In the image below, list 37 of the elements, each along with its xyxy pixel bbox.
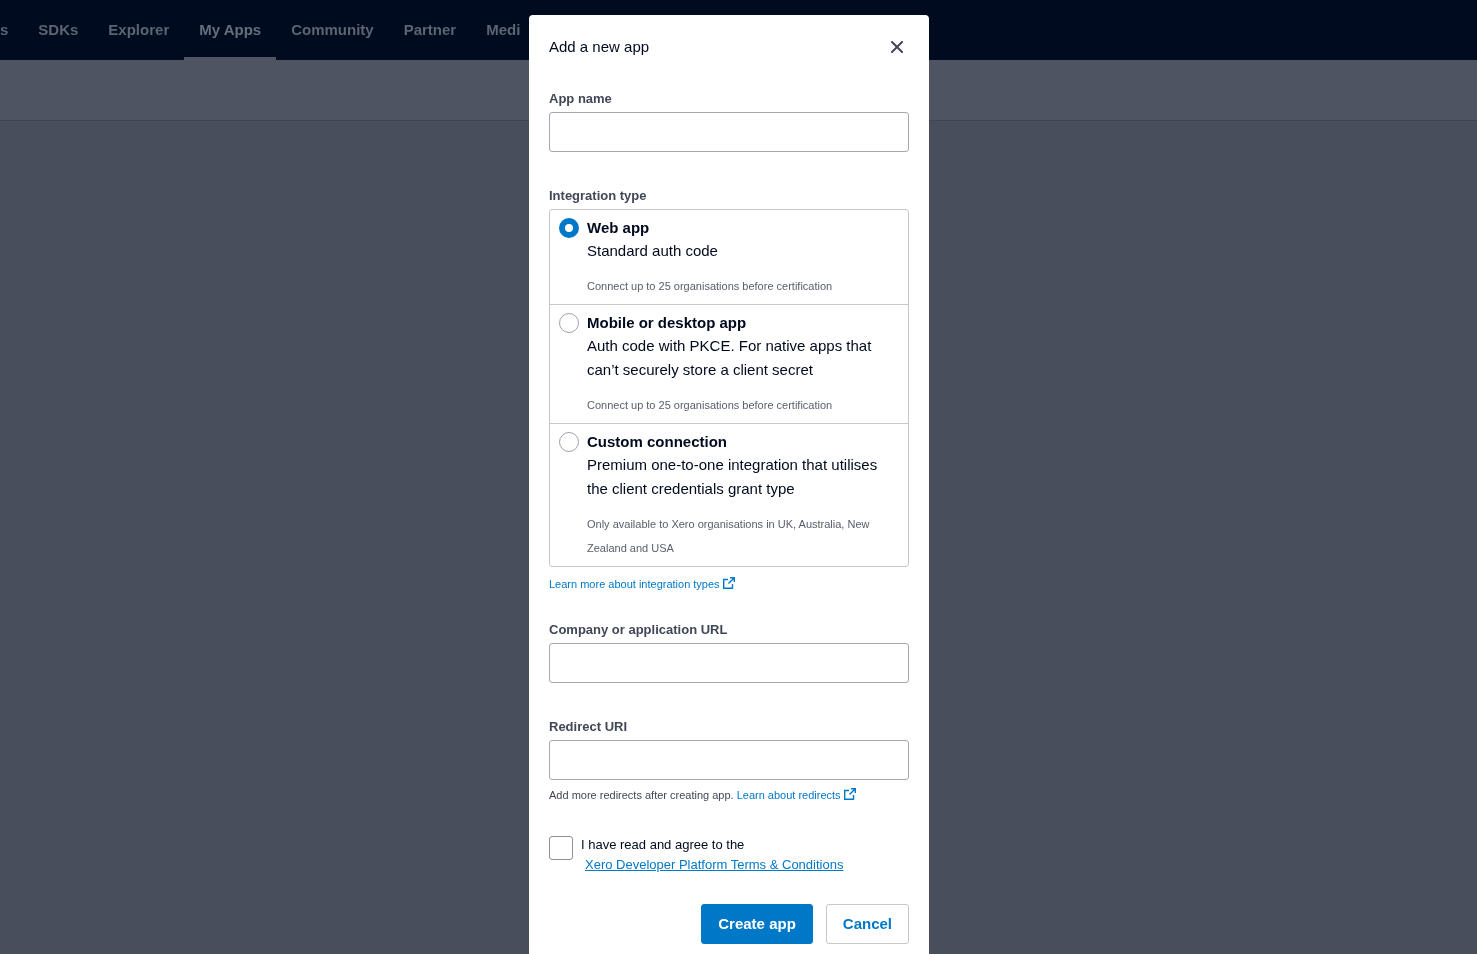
- option-title: Custom connection: [587, 432, 728, 452]
- option-note: Connect up to 25 organisations before certification: [587, 279, 834, 294]
- nav-link[interactable]: s: [0, 0, 24, 60]
- radio-button[interactable]: [559, 218, 579, 238]
- nav-link[interactable]: Community: [276, 0, 389, 60]
- radio-button[interactable]: [559, 313, 579, 333]
- cancel-button[interactable]: Cancel: [825, 904, 909, 944]
- option-title: Web app: [587, 218, 651, 238]
- nav-link[interactable]: Partner: [388, 0, 472, 60]
- field-label: Company or application URL: [549, 621, 729, 639]
- terms-text: I have read and agree to the Xero Developer Platform Terms & Conditions: [581, 835, 909, 875]
- text-input[interactable]: [549, 740, 909, 780]
- field-label: Redirect URI: [549, 718, 629, 736]
- radio-button[interactable]: [559, 432, 579, 452]
- close-icon: [891, 41, 903, 53]
- external-link-icon: [843, 788, 856, 800]
- field-label: App name: [549, 90, 613, 108]
- redirects-link[interactable]: Learn about redirects: [736, 789, 856, 801]
- nav-link[interactable]: SDKs: [23, 0, 94, 60]
- option-title: Mobile or desktop app: [587, 313, 748, 333]
- option-description: Standard auth code: [587, 241, 719, 261]
- terms-link[interactable]: Xero Developer Platform Terms & Conditions: [585, 855, 844, 875]
- option-note: Connect up to 25 organisations before certification: [587, 398, 834, 413]
- text-input[interactable]: [549, 112, 909, 152]
- text-input[interactable]: [549, 643, 909, 683]
- option-note: Only available to Xero organisations in UK, Australia, New Zealand and USA: [587, 517, 871, 556]
- field-label: Integration type: [549, 187, 648, 205]
- option-description: Auth code with PKCE. For native apps that can’t securely store a client secret: [587, 336, 873, 380]
- nav-link[interactable]: Explorer: [93, 0, 185, 60]
- option-description: Premium one-to-one integration that utilises the client credentials grant type: [587, 455, 879, 499]
- learn-more-link[interactable]: Learn more about integration types: [549, 576, 735, 592]
- checkbox[interactable]: [549, 836, 573, 860]
- nav-link[interactable]: Medi: [471, 0, 521, 60]
- dialog-title: Add a new app: [549, 37, 650, 57]
- create-app-button[interactable]: Create app: [701, 904, 813, 944]
- external-link-icon: [722, 577, 735, 589]
- help-text: Add more redirects after creating app. Learn about redirects: [549, 787, 909, 803]
